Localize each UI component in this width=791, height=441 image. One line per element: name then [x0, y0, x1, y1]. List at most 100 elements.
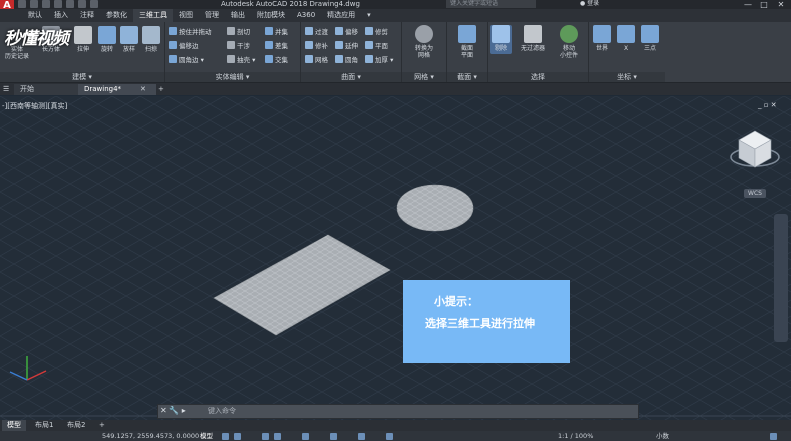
annotation-scale[interactable]: 1:1 / 100%: [558, 432, 593, 441]
viewport-window-controls[interactable]: _ ▫ ✕: [758, 101, 777, 109]
extend-button[interactable]: 延伸: [335, 41, 358, 51]
viewport-controls-label[interactable]: -][西南等轴测][真实]: [2, 101, 67, 111]
transparency-toggle-icon[interactable]: [386, 433, 393, 440]
intersect-button[interactable]: 交集: [265, 55, 288, 65]
union-icon: [265, 27, 273, 35]
sweep-button[interactable]: 扫掠: [140, 26, 162, 53]
thicken-button[interactable]: 加厚 ▾: [365, 55, 393, 65]
tab-output[interactable]: 输出: [225, 9, 251, 22]
group-section-title[interactable]: 截面 ▾: [447, 72, 487, 82]
drawing-viewport[interactable]: [0, 96, 791, 420]
user-icon: ●: [580, 0, 586, 7]
revolve-button[interactable]: 旋转: [96, 26, 118, 53]
union-button[interactable]: 并集: [265, 27, 288, 37]
group-selection: 剔除 无过滤器 移动 小控件 选择: [488, 22, 589, 82]
ucs-world-button[interactable]: 世界: [591, 25, 613, 52]
navigation-bar[interactable]: [774, 214, 788, 342]
ucs-3point-button[interactable]: 三点: [639, 25, 661, 52]
customize-icon[interactable]: [770, 433, 777, 440]
tab-model[interactable]: 模型: [2, 420, 26, 431]
group-solid-edit: 按住并拖动 偏移边 圆角边 ▾ 剖切 干涉 抽壳 ▾ 并集 差集 交集 实体编辑…: [165, 22, 301, 82]
group-modeling-title[interactable]: 建模 ▾: [0, 72, 164, 82]
save-icon[interactable]: [42, 0, 50, 8]
move-gizmo-button[interactable]: 移动 小控件: [556, 25, 582, 59]
close-tab-icon[interactable]: ✕: [140, 84, 150, 95]
coordinates-readout[interactable]: 549.1257, 2559.4573, 0.0000: [102, 432, 199, 441]
open-icon[interactable]: [30, 0, 38, 8]
tab-insert[interactable]: 插入: [48, 9, 74, 22]
units-display[interactable]: 小数: [656, 432, 669, 441]
tab-addins[interactable]: 附加模块: [251, 9, 291, 22]
group-solid-edit-title[interactable]: 实体编辑 ▾: [165, 72, 300, 82]
tab-more[interactable]: ▾: [361, 9, 377, 22]
interfere-button[interactable]: 干涉: [227, 41, 250, 51]
polar-toggle-icon[interactable]: [274, 433, 281, 440]
subtract-button[interactable]: 差集: [265, 41, 288, 51]
loft-button[interactable]: 放样: [118, 26, 140, 53]
ucs-x-button[interactable]: X: [615, 25, 637, 52]
convert-to-mesh-button[interactable]: 转换为 网格: [408, 25, 440, 59]
network-button[interactable]: 网格: [305, 55, 328, 65]
tab-3d-tools[interactable]: 三维工具: [133, 9, 173, 22]
tab-home[interactable]: 默认: [22, 9, 48, 22]
new-icon[interactable]: [18, 0, 26, 8]
lineweight-toggle-icon[interactable]: [358, 433, 365, 440]
ortho-toggle-icon[interactable]: [262, 433, 269, 440]
tab-manage[interactable]: 管理: [199, 9, 225, 22]
filter-cube-icon: [524, 25, 542, 43]
group-mesh-title[interactable]: 网格 ▾: [402, 72, 446, 82]
gizmo-icon: [560, 25, 578, 43]
extrude-button[interactable]: 拉伸: [72, 26, 94, 53]
tab-layout1[interactable]: 布局1: [30, 420, 58, 431]
group-coordinates: 世界 X 三点 坐标 ▾: [589, 22, 665, 82]
interfere-icon: [227, 41, 235, 49]
minimize-button[interactable]: —: [742, 0, 754, 9]
model-space-button[interactable]: 模型: [200, 432, 213, 441]
close-window-button[interactable]: ✕: [775, 0, 787, 9]
patch-button[interactable]: 修补: [305, 41, 328, 51]
saveas-icon[interactable]: [54, 0, 62, 8]
planar-button[interactable]: 平面: [365, 41, 388, 51]
tab-layout2[interactable]: 布局2: [62, 420, 90, 431]
maximize-button[interactable]: □: [758, 0, 770, 9]
group-coordinates-title[interactable]: 坐标 ▾: [589, 72, 665, 82]
slice-button[interactable]: 剖切: [227, 27, 250, 37]
blend-button[interactable]: 过渡: [305, 27, 328, 37]
signin-button[interactable]: ● 登录: [580, 0, 599, 8]
sweep-icon: [142, 26, 160, 44]
snap-toggle-icon[interactable]: [234, 433, 241, 440]
tab-featured-apps[interactable]: 精选应用: [321, 9, 361, 22]
fillet-edge-button[interactable]: 圆角边 ▾: [169, 55, 204, 65]
culling-button[interactable]: 剔除: [490, 25, 512, 54]
tab-view[interactable]: 视图: [173, 9, 199, 22]
otrack-toggle-icon[interactable]: [330, 433, 337, 440]
ucs-world-icon: [593, 25, 611, 43]
no-filter-button[interactable]: 无过滤器: [516, 25, 550, 52]
group-surface-title[interactable]: 曲面 ▾: [301, 72, 401, 82]
tab-annotate[interactable]: 注释: [74, 9, 100, 22]
command-input[interactable]: 键入命令: [208, 405, 236, 417]
wcs-menu-button[interactable]: WCS: [744, 189, 766, 198]
ribbon-panel: 实体 历史记录 长方体 拉伸 旋转 放样 扫掠 建模 ▾ 按住并拖动 偏移边 圆…: [0, 22, 791, 83]
tab-a360[interactable]: A360: [291, 9, 321, 22]
surface-offset-button[interactable]: 偏移: [335, 27, 358, 37]
plot-icon[interactable]: [66, 0, 74, 8]
osnap-toggle-icon[interactable]: [302, 433, 309, 440]
help-search-input[interactable]: 键入关键字或短语: [446, 0, 536, 8]
presspull-button[interactable]: 按住并拖动: [169, 27, 212, 37]
grid-toggle-icon[interactable]: [222, 433, 229, 440]
undo-icon[interactable]: [78, 0, 86, 8]
tab-start[interactable]: 开始: [14, 84, 80, 95]
shell-button[interactable]: 抽壳 ▾: [227, 55, 255, 65]
trim-button[interactable]: 修剪: [365, 27, 388, 37]
add-layout-button[interactable]: +: [94, 420, 110, 431]
offset-edge-button[interactable]: 偏移边: [169, 41, 199, 51]
redo-icon[interactable]: [90, 0, 98, 8]
command-line-icons[interactable]: ✕ 🔧 ▸: [160, 405, 186, 417]
new-tab-button[interactable]: +: [156, 84, 168, 95]
tab-parametric[interactable]: 参数化: [100, 9, 133, 22]
section-plane-button[interactable]: 截面 平面: [455, 25, 479, 59]
planar-icon: [365, 41, 373, 49]
surface-fillet-button[interactable]: 圆角: [335, 55, 358, 65]
tab-drawing4-label: Drawing4*: [84, 85, 122, 93]
